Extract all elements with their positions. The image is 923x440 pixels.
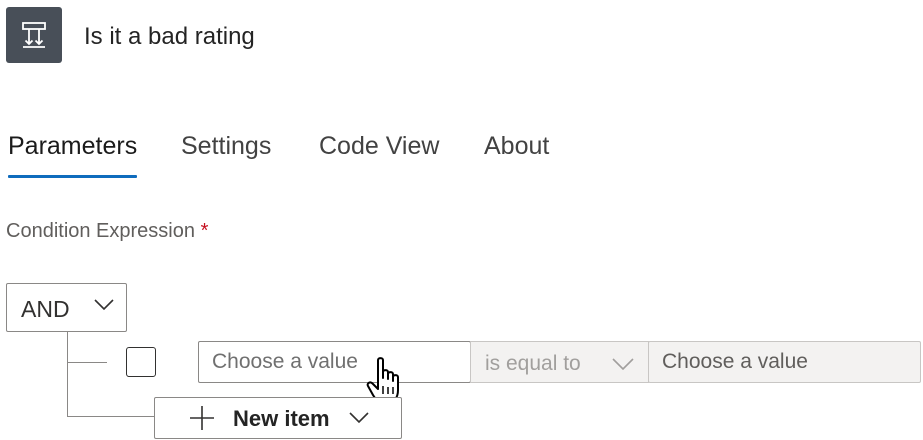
tree-line-vertical <box>67 332 68 417</box>
new-item-label: New item <box>233 406 330 431</box>
required-marker: * <box>200 220 209 242</box>
tab-code-view[interactable]: Code View <box>319 128 439 164</box>
chevron-down-icon <box>94 299 114 311</box>
tree-line-branch-new-item <box>67 416 155 417</box>
right-value-input[interactable] <box>648 341 921 383</box>
left-value-input[interactable] <box>198 341 471 383</box>
group-operator-value: AND <box>21 296 70 322</box>
plus-icon <box>190 406 214 430</box>
condition-icon <box>22 22 46 48</box>
condition-action-icon <box>6 7 62 63</box>
action-title: Is it a bad rating <box>84 23 255 50</box>
tab-settings[interactable]: Settings <box>181 128 271 164</box>
chevron-down-icon <box>612 358 634 370</box>
new-item-button[interactable]: New item <box>154 397 402 439</box>
condition-expression-text: Condition Expression <box>6 220 195 242</box>
tab-about[interactable]: About <box>484 128 549 164</box>
group-operator-dropdown[interactable]: AND <box>6 283 127 332</box>
condition-expression-label: Condition Expression * <box>6 217 208 245</box>
operator-value: is equal to <box>485 352 581 375</box>
chevron-down-icon <box>349 412 369 424</box>
row-select-checkbox[interactable] <box>126 347 156 377</box>
tree-line-branch-row <box>67 362 107 363</box>
operator-dropdown[interactable]: is equal to <box>470 341 649 383</box>
tab-parameters[interactable]: Parameters <box>8 128 137 164</box>
active-tab-indicator <box>8 175 137 178</box>
